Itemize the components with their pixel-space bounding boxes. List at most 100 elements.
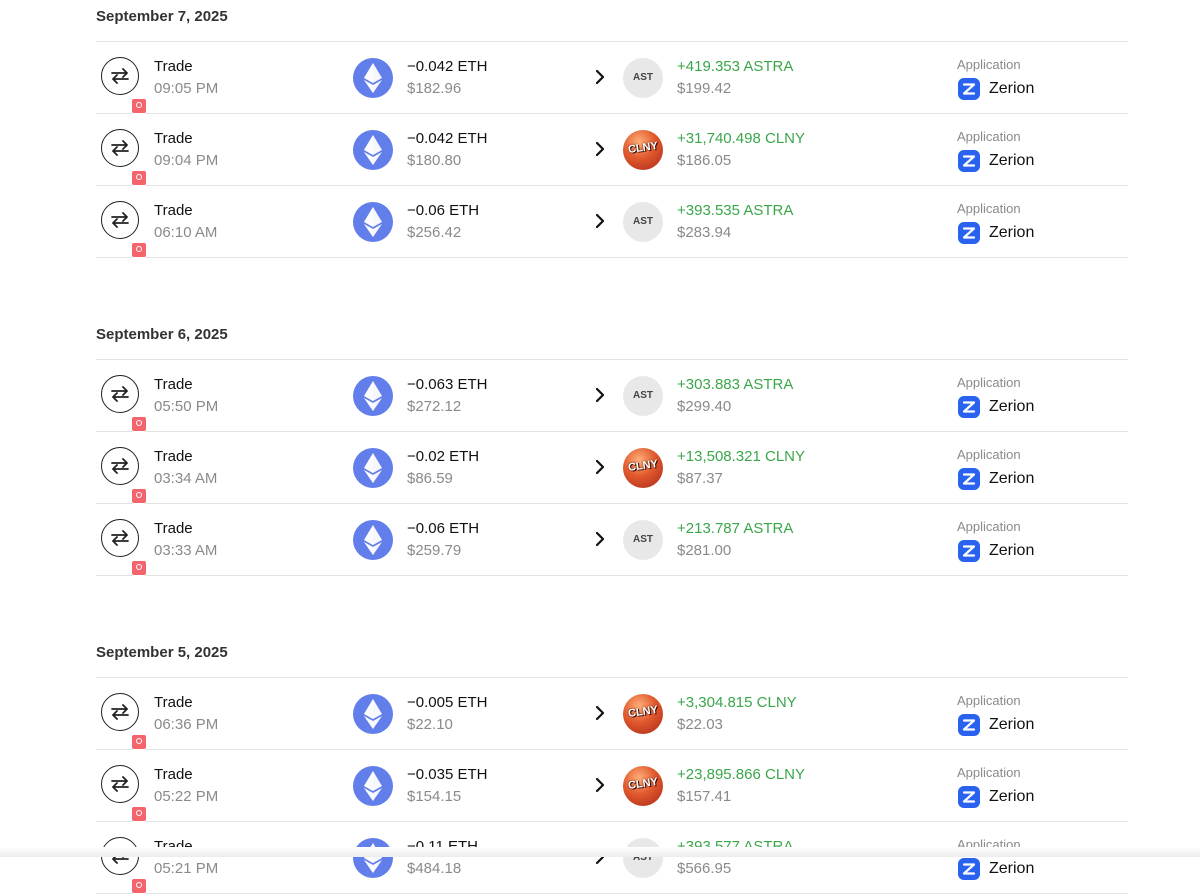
- transaction-type: Trade: [154, 766, 193, 783]
- date-header: September 6, 2025: [96, 288, 1128, 360]
- application-name[interactable]: Zerion: [989, 470, 1034, 488]
- outgoing-usd-value: $86.59: [407, 470, 453, 487]
- date-group: September 6, 2025 Trade 05:50 PM −0.063 …: [96, 288, 1128, 576]
- astra-token-icon: AST: [623, 58, 663, 98]
- transaction-type: Trade: [154, 520, 193, 537]
- swap-arrows-icon: [101, 201, 147, 258]
- swap-arrows-icon: [101, 57, 147, 114]
- transaction-type: Trade: [154, 376, 193, 393]
- application-name[interactable]: Zerion: [989, 224, 1034, 242]
- transaction-time: 05:22 PM: [154, 788, 219, 805]
- swap-arrows-icon: [101, 693, 147, 750]
- transaction-row[interactable]: Trade 03:33 AM −0.06 ETH $259.79 AST +21…: [96, 504, 1128, 576]
- chevron-right-icon: [594, 213, 606, 234]
- outgoing-usd-value: $272.12: [407, 398, 462, 415]
- outgoing-amount: −0.042 ETH: [407, 58, 488, 75]
- application-name[interactable]: Zerion: [989, 80, 1034, 98]
- application-label: Application: [957, 765, 1021, 780]
- outgoing-usd-value: $180.80: [407, 152, 462, 169]
- transaction-row[interactable]: Trade 05:22 PM −0.035 ETH $154.15 CLNY +…: [96, 750, 1128, 822]
- status-badge-icon: [131, 806, 147, 822]
- transaction-row[interactable]: Trade 05:50 PM −0.063 ETH $272.12 AST +3…: [96, 360, 1128, 432]
- incoming-usd-value: $566.95: [677, 860, 732, 877]
- outgoing-amount: −0.035 ETH: [407, 766, 488, 783]
- zerion-logo-icon: [958, 396, 980, 418]
- status-badge-icon: [131, 98, 147, 114]
- clny-token-icon: CLNY: [623, 694, 663, 734]
- application-label: Application: [957, 375, 1021, 390]
- chevron-right-icon: [594, 777, 606, 798]
- chevron-right-icon: [594, 459, 606, 480]
- incoming-amount: +3,304.815 CLNY: [677, 694, 797, 711]
- transaction-type: Trade: [154, 694, 193, 711]
- incoming-usd-value: $199.42: [677, 80, 732, 97]
- swap-arrows-icon: [101, 765, 147, 822]
- status-badge-icon: [131, 488, 147, 504]
- outgoing-usd-value: $22.10: [407, 716, 453, 733]
- chevron-right-icon: [594, 705, 606, 726]
- zerion-logo-icon: [958, 858, 980, 880]
- zerion-logo-icon: [958, 540, 980, 562]
- transaction-time: 05:50 PM: [154, 398, 219, 415]
- status-badge-icon: [131, 878, 147, 894]
- application-label: Application: [957, 519, 1021, 534]
- application-label: Application: [957, 57, 1021, 72]
- outgoing-amount: −0.042 ETH: [407, 130, 488, 147]
- transaction-time: 06:10 AM: [154, 224, 218, 241]
- transaction-row[interactable]: Trade 06:10 AM −0.06 ETH $256.42 AST +39…: [96, 186, 1128, 258]
- clny-token-icon: CLNY: [623, 130, 663, 170]
- application-name[interactable]: Zerion: [989, 398, 1034, 416]
- transaction-type: Trade: [154, 448, 193, 465]
- transaction-history-list: September 7, 2025 Trade 09:05 PM −0.042 …: [96, 0, 1128, 894]
- clny-token-icon-text: CLNY: [627, 457, 659, 475]
- transaction-row[interactable]: Trade 09:05 PM −0.042 ETH $182.96 AST +4…: [96, 42, 1128, 114]
- ethereum-icon: [353, 202, 393, 242]
- outgoing-amount: −0.06 ETH: [407, 520, 480, 537]
- swap-arrows-icon: [101, 447, 147, 504]
- incoming-amount: +31,740.498 CLNY: [677, 130, 806, 147]
- bottom-shadow: [0, 847, 1200, 857]
- application-name[interactable]: Zerion: [989, 716, 1034, 734]
- transaction-type: Trade: [154, 130, 193, 147]
- date-header: September 5, 2025: [96, 606, 1128, 678]
- incoming-amount: +213.787 ASTRA: [677, 520, 794, 537]
- incoming-usd-value: $22.03: [677, 716, 723, 733]
- ethereum-icon: [353, 838, 393, 878]
- transaction-time: 09:04 PM: [154, 152, 219, 169]
- ethereum-icon: [353, 766, 393, 806]
- clny-token-icon-text: CLNY: [627, 703, 659, 721]
- incoming-usd-value: $157.41: [677, 788, 732, 805]
- date-header: September 7, 2025: [96, 0, 1128, 42]
- zerion-logo-icon: [958, 786, 980, 808]
- outgoing-amount: −0.02 ETH: [407, 448, 480, 465]
- astra-token-icon: AST: [623, 838, 663, 878]
- transaction-row[interactable]: Trade 06:36 PM −0.005 ETH $22.10 CLNY +3…: [96, 678, 1128, 750]
- outgoing-usd-value: $259.79: [407, 542, 462, 559]
- incoming-usd-value: $87.37: [677, 470, 723, 487]
- chevron-right-icon: [594, 69, 606, 90]
- application-name[interactable]: Zerion: [989, 542, 1034, 560]
- ethereum-icon: [353, 694, 393, 734]
- incoming-amount: +393.535 ASTRA: [677, 202, 794, 219]
- transaction-time: 05:21 PM: [154, 860, 219, 877]
- application-name[interactable]: Zerion: [989, 860, 1034, 878]
- application-label: Application: [957, 201, 1021, 216]
- transaction-time: 06:36 PM: [154, 716, 219, 733]
- application-name[interactable]: Zerion: [989, 788, 1034, 806]
- incoming-amount: +23,895.866 CLNY: [677, 766, 806, 783]
- ethereum-icon: [353, 448, 393, 488]
- application-name[interactable]: Zerion: [989, 152, 1034, 170]
- clny-token-icon: CLNY: [623, 766, 663, 806]
- transaction-time: 09:05 PM: [154, 80, 219, 97]
- transaction-row[interactable]: Trade 03:34 AM −0.02 ETH $86.59 CLNY +13…: [96, 432, 1128, 504]
- swap-arrows-icon: [101, 519, 147, 576]
- transaction-row[interactable]: Trade 09:04 PM −0.042 ETH $180.80 CLNY +…: [96, 114, 1128, 186]
- incoming-usd-value: $186.05: [677, 152, 732, 169]
- transaction-row[interactable]: Trade 05:21 PM −0.11 ETH $484.18 AST +39…: [96, 822, 1128, 894]
- incoming-usd-value: $283.94: [677, 224, 732, 241]
- zerion-logo-icon: [958, 222, 980, 244]
- outgoing-amount: −0.005 ETH: [407, 694, 488, 711]
- application-label: Application: [957, 693, 1021, 708]
- astra-token-icon: AST: [623, 520, 663, 560]
- outgoing-amount: −0.06 ETH: [407, 202, 480, 219]
